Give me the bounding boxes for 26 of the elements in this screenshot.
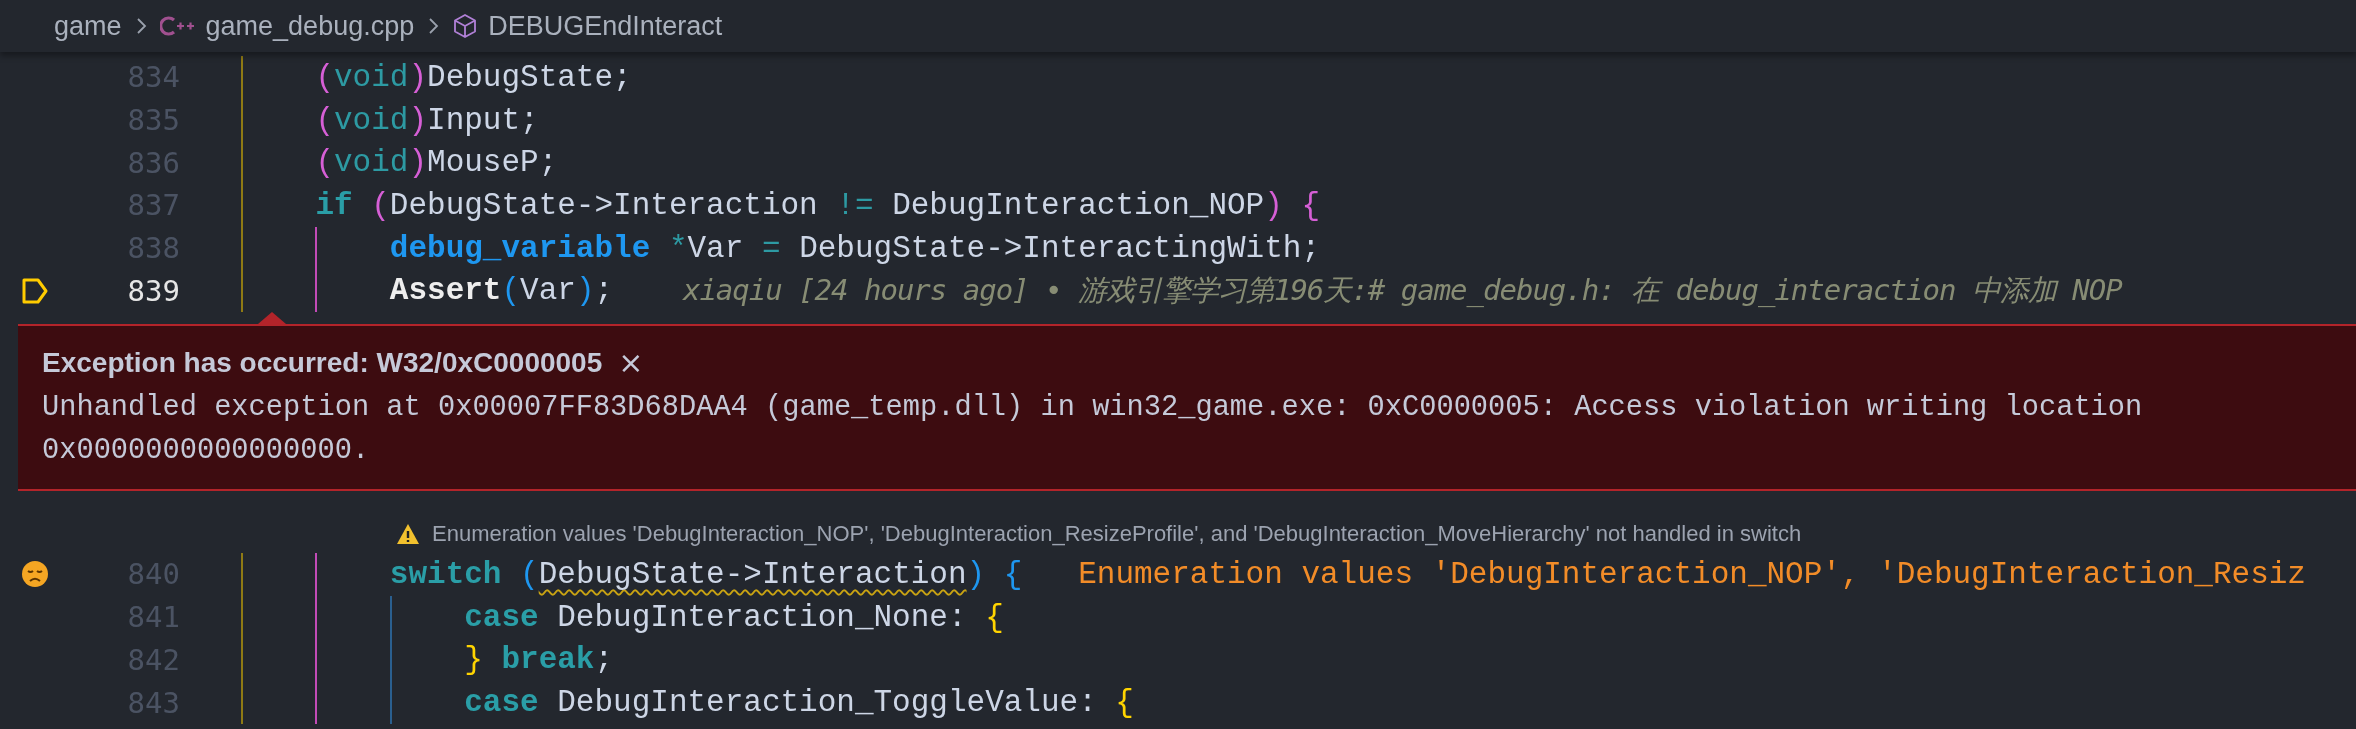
code-line: if (DebugState->Interaction != DebugInteraction_NOP) { bbox=[314, 187, 1321, 223]
code-line: (void)MouseP; bbox=[314, 145, 558, 181]
inline-warning: Enumeration values 'DebugInteraction_NOP', 'DebugInteraction_Resiz bbox=[1078, 556, 2306, 592]
sad-face-icon bbox=[21, 560, 49, 589]
exception-message: Unhandled exception at 0x00007FF83D68DAA4 (game_temp.dll) in win32_game.exe: 0xC0000005: Access violation writing location 0x0000000000000000. bbox=[42, 390, 2144, 470]
code-line: } break; bbox=[463, 642, 614, 678]
code-line: debug_variable *Var = DebugState->InteractingWith; bbox=[388, 230, 1321, 266]
chevron-icon bbox=[426, 16, 441, 36]
breadcrumb-item[interactable]: game bbox=[54, 10, 122, 42]
warning-message: Enumeration values 'DebugInteraction_NOP', 'DebugInteraction_ResizeProfile', and 'DebugInteraction_MoveHierarchy' not handled in switch bbox=[432, 521, 1802, 548]
code-line: (void)DebugState; bbox=[314, 59, 632, 95]
code-line: case DebugInteraction_None: { bbox=[463, 599, 1004, 635]
breadcrumb-item[interactable]: DEBUGEndInteract bbox=[488, 10, 723, 42]
breadcrumb-item[interactable]: game_debug.cpp bbox=[205, 10, 415, 42]
cube-icon bbox=[452, 13, 479, 39]
close-button[interactable]: × bbox=[614, 348, 648, 379]
code-line: case DebugInteraction_ToggleValue: { bbox=[463, 685, 1134, 721]
line-number: 839 bbox=[126, 273, 180, 308]
code-line: switch (DebugState->Interaction) { bbox=[388, 556, 1023, 592]
warning-icon bbox=[396, 522, 420, 547]
exception-title: Exception has occurred: W32/0xC0000005 bbox=[42, 347, 603, 380]
code-line: (void)Input; bbox=[314, 102, 539, 138]
stack-frame-icon bbox=[21, 276, 49, 305]
code-line: Assert(Var); bbox=[388, 273, 614, 309]
blame-annotation: xiaqiu [24 hours ago] • 游戏引擎学习第196天:# game_debug.h: 在 debug_interaction 中添加 NOP bbox=[682, 271, 2122, 309]
cpp-file-icon bbox=[159, 13, 196, 39]
